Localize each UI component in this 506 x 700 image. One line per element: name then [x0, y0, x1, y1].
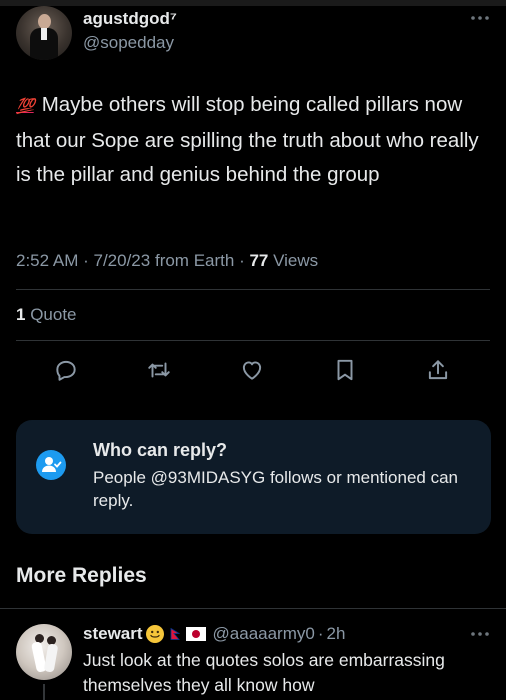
repost-button[interactable]: [145, 356, 173, 384]
post-meta: 2:52 AM · 7/20/23 from Earth · 77 Views: [16, 251, 318, 271]
top-bar: [0, 0, 506, 6]
post-date[interactable]: 7/20/23: [94, 251, 151, 270]
divider: [16, 289, 490, 290]
share-icon: [428, 360, 448, 380]
quote-count: 1: [16, 305, 26, 324]
reply-restriction-title: Who can reply?: [93, 440, 228, 460]
post-text: 💯 Maybe others will stop being called pil…: [16, 88, 486, 192]
views-count: 77: [249, 251, 269, 270]
post-source: from Earth: [154, 251, 235, 270]
reply-header: stewart @aaaaarmy0 · 2h: [83, 624, 345, 644]
like-button[interactable]: [238, 356, 266, 384]
meta-separator: ·: [83, 251, 94, 270]
reply-restriction-description: People @93MIDASYG follows or mentioned c…: [93, 468, 458, 510]
quotes-link[interactable]: 1 Quote: [16, 305, 77, 325]
post-time[interactable]: 2:52 AM: [16, 251, 78, 270]
author-handle[interactable]: @sopedday: [83, 33, 174, 53]
reply-restriction-card: Who can reply? People @93MIDASYG follows…: [16, 420, 491, 534]
reply-author-avatar[interactable]: [16, 624, 72, 680]
reply-button[interactable]: [52, 356, 80, 384]
japan-flag-icon: [185, 627, 206, 641]
repost-icon: [148, 362, 170, 378]
divider: [0, 608, 506, 609]
author-avatar[interactable]: [16, 6, 72, 60]
like-icon: [242, 361, 262, 380]
meta-separator: ·: [317, 624, 324, 643]
avatar-shirt: [41, 28, 47, 40]
hundred-points-icon: 💯: [16, 98, 35, 115]
reply-author-name[interactable]: stewart: [83, 624, 143, 644]
more-options-icon[interactable]: [469, 12, 491, 24]
share-button[interactable]: [424, 356, 452, 384]
divider: [16, 340, 490, 341]
avatar-head: [38, 14, 51, 29]
reply-text: Just look at the quotes solos are embarr…: [83, 650, 445, 695]
smiley-icon: [145, 625, 164, 643]
reply-icon: [56, 360, 76, 381]
reply-time[interactable]: 2h: [327, 624, 346, 644]
views-label: Views: [273, 251, 319, 270]
meta-separator: ·: [239, 251, 250, 270]
nepal-flag-icon: [170, 628, 180, 640]
avatar-figure: [43, 643, 59, 673]
author-display-name[interactable]: agustdgod⁷: [83, 9, 177, 29]
quote-label: Quote: [30, 305, 77, 324]
bookmark-button[interactable]: [331, 356, 359, 384]
person-check-icon: [36, 450, 66, 480]
reply-more-options-icon[interactable]: [469, 628, 491, 640]
bookmark-icon: [337, 359, 353, 381]
post-text-content: Maybe others will stop being called pill…: [16, 93, 479, 186]
reply-author-handle[interactable]: @aaaaarmy0: [213, 624, 315, 644]
thread-line: [43, 684, 45, 700]
more-replies-heading: More Replies: [16, 564, 147, 587]
